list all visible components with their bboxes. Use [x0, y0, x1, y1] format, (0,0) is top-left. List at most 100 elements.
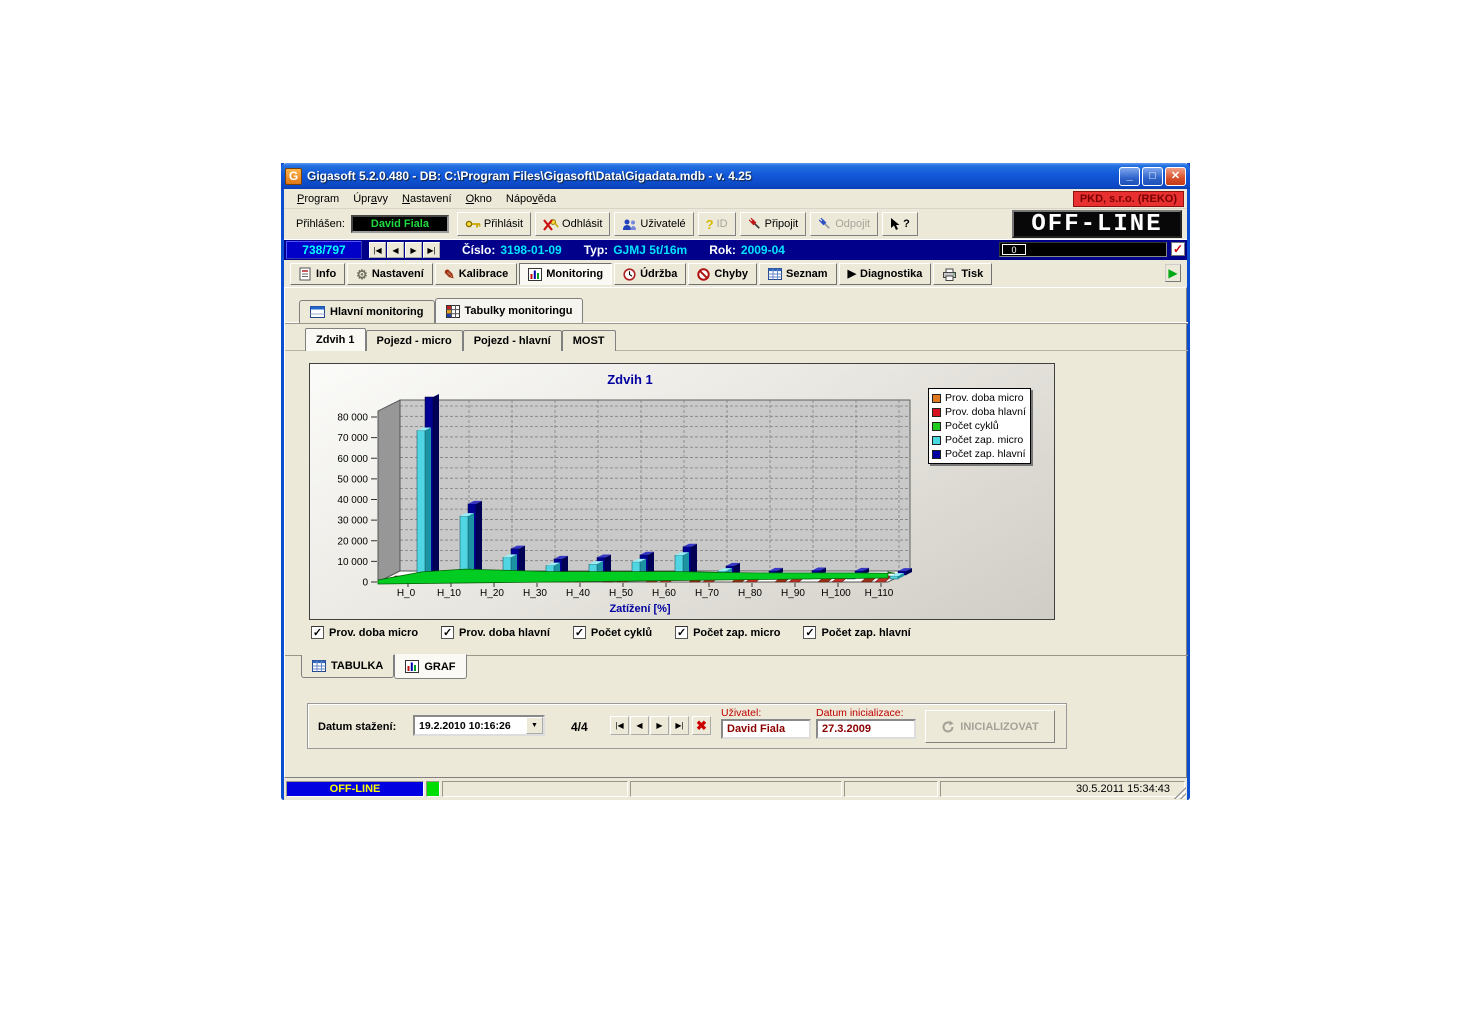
legend-swatch-icon [932, 394, 941, 403]
legend-swatch-icon [932, 422, 941, 431]
svg-text:H_30: H_30 [523, 588, 547, 599]
record-pager: 4/4 [571, 720, 588, 734]
download-panel: Datum stažení: 19.2.2010 10:16:26 ▼ 4/4 … [307, 703, 1067, 749]
chevron-down-icon[interactable]: ▼ [526, 717, 543, 734]
bottomtab-graf[interactable]: GRAF [394, 654, 466, 679]
table-view-tabs: Zdvih 1Pojezd - microPojezd - hlavníMOST [305, 328, 616, 351]
titlebar[interactable]: G Gigasoft 5.2.0.480 - DB: C:\Program Fi… [281, 163, 1190, 189]
record-first-button[interactable]: |◀ [369, 242, 386, 258]
help-arrow-icon [890, 218, 900, 231]
logged-user-display: David Fiala [351, 215, 449, 233]
checkbox-icon[interactable]: ✓ [311, 626, 324, 639]
legend-item: Počet zap. hlavní [932, 447, 1027, 461]
spin-value: 0 [1002, 244, 1026, 255]
viewtab-zdvih-1[interactable]: Zdvih 1 [305, 328, 366, 351]
refresh-icon [941, 720, 955, 734]
download-first-button[interactable]: |◀ [610, 716, 629, 735]
typ-label: Typ: [584, 243, 608, 257]
next-page-button[interactable]: ▶ [1165, 264, 1181, 282]
download-prev-button[interactable]: ◀ [630, 716, 649, 735]
app-window: G Gigasoft 5.2.0.480 - DB: C:\Program Fi… [281, 163, 1190, 800]
resize-grip[interactable] [1174, 787, 1186, 799]
plug-red-icon [748, 217, 762, 231]
subtab-hlavní-monitoring[interactable]: Hlavní monitoring [299, 300, 435, 323]
uzivatel-field: David Fiala [721, 719, 811, 739]
uživatelé-button[interactable]: Uživatelé [614, 212, 693, 236]
subtab-tabulky-monitoringu[interactable]: Tabulky monitoringu [435, 298, 584, 323]
tab-tisk[interactable]: Tisk [933, 263, 992, 285]
datum-stazeni-label: Datum stažení: [318, 721, 396, 733]
menubar: ProgramÚpravyNastaveníOknoNápověda PKD, … [284, 189, 1187, 209]
printer-icon [942, 268, 957, 281]
download-next-button[interactable]: ▶ [650, 716, 669, 735]
delete-download-button[interactable]: ✖ [692, 716, 711, 735]
record-checkbox[interactable]: ✓ [1171, 242, 1185, 256]
svg-text:H_50: H_50 [609, 588, 633, 599]
id-button[interactable]: ?ID [698, 212, 736, 236]
checkbox-icon[interactable]: ✓ [573, 626, 586, 639]
download-last-button[interactable]: ▶| [670, 716, 689, 735]
record-last-button[interactable]: ▶| [423, 242, 440, 258]
checkbox-icon[interactable]: ✓ [675, 626, 688, 639]
tab-údržba[interactable]: Údržba [614, 263, 686, 285]
monitoring-subtabs: Hlavní monitoringTabulky monitoringu [299, 298, 583, 323]
viewtab-pojezd---micro[interactable]: Pojezd - micro [366, 330, 463, 351]
minimize-button[interactable]: _ [1119, 167, 1140, 186]
table-graph-tabs: TABULKAGRAF [301, 655, 467, 679]
key-icon [465, 218, 481, 230]
record-prev-button[interactable]: ◀ [387, 242, 404, 258]
inicializovat-button[interactable]: INICIALIZOVAT [925, 710, 1055, 743]
přihlásit-button[interactable]: Přihlásit [457, 212, 531, 236]
odhlásit-button[interactable]: Odhlásit [535, 212, 610, 236]
checkbox-icon[interactable]: ✓ [441, 626, 454, 639]
menu-nápověda[interactable]: Nápověda [499, 191, 563, 207]
bottomtab-tabulka[interactable]: TABULKA [301, 655, 394, 678]
viewtab-most[interactable]: MOST [562, 330, 616, 351]
context-help-button[interactable]: ? [882, 212, 918, 236]
viewtab-pojezd---hlavní[interactable]: Pojezd - hlavní [463, 330, 562, 351]
odpojit-button[interactable]: Odpojit [810, 212, 878, 236]
legend-item: Prov. doba micro [932, 391, 1027, 405]
svg-text:20 000: 20 000 [337, 536, 368, 547]
legend-swatch-icon [932, 408, 941, 417]
toggle-po-et-cykl-[interactable]: ✓Počet cyklů [573, 626, 652, 639]
svg-text:50 000: 50 000 [337, 474, 368, 485]
menu-úpravy[interactable]: Úpravy [346, 191, 395, 207]
toggle-po-et-zap-hlavn-[interactable]: ✓Počet zap. hlavní [803, 626, 910, 639]
tab-monitoring[interactable]: Monitoring [519, 263, 612, 285]
legend-item: Počet cyklů [932, 419, 1027, 433]
chart-icon [528, 268, 542, 281]
toggle-prov-doba-micro[interactable]: ✓Prov. doba micro [311, 626, 418, 639]
svg-text:H_100: H_100 [821, 588, 851, 599]
maximize-button[interactable]: □ [1142, 167, 1163, 186]
menu-program[interactable]: Program [290, 191, 346, 207]
chart-legend: Prov. doba microProv. doba hlavníPočet c… [928, 388, 1031, 464]
tab-seznam[interactable]: Seznam [759, 263, 837, 285]
svg-text:30 000: 30 000 [337, 516, 368, 527]
toggle-prov-doba-hlavn-[interactable]: ✓Prov. doba hlavní [441, 626, 550, 639]
svg-text:H_60: H_60 [652, 588, 676, 599]
uzivatel-label: Uživatel: [721, 707, 761, 719]
tab-diagnostika[interactable]: ▶Diagnostika [839, 263, 932, 285]
tab-chyby[interactable]: Chyby [688, 263, 757, 285]
datum-stazeni-combobox[interactable]: 19.2.2010 10:16:26 ▼ [413, 715, 545, 736]
spin-field[interactable]: 0 [999, 242, 1167, 257]
record-next-button[interactable]: ▶ [405, 242, 422, 258]
svg-text:60 000: 60 000 [337, 454, 368, 465]
checkbox-icon[interactable]: ✓ [803, 626, 816, 639]
status-mode: OFF-LINE [286, 781, 424, 797]
window-title: Gigasoft 5.2.0.480 - DB: C:\Program File… [307, 169, 752, 183]
menu-nastavení[interactable]: Nastavení [395, 191, 459, 207]
tab-kalibrace[interactable]: ✎Kalibrace [435, 263, 517, 285]
svg-text:H_90: H_90 [781, 588, 805, 599]
record-navigator-bar: 738/797 |◀◀▶▶| Číslo: 3198-01-09 Typ: GJ… [284, 240, 1187, 260]
plug-blue-icon [818, 217, 832, 231]
close-button[interactable]: ✕ [1165, 167, 1186, 186]
menu-okno[interactable]: Okno [459, 191, 499, 207]
připojit-button[interactable]: Připojit [740, 212, 807, 236]
toggle-po-et-zap-micro[interactable]: ✓Počet zap. micro [675, 626, 780, 639]
svg-text:Zatížení [%]: Zatížení [%] [609, 603, 670, 615]
tab-nastavení[interactable]: ⚙Nastavení [347, 263, 433, 285]
monitoring-page: Hlavní monitoringTabulky monitoringu Zdv… [284, 287, 1187, 778]
tab-info[interactable]: Info [290, 263, 345, 285]
